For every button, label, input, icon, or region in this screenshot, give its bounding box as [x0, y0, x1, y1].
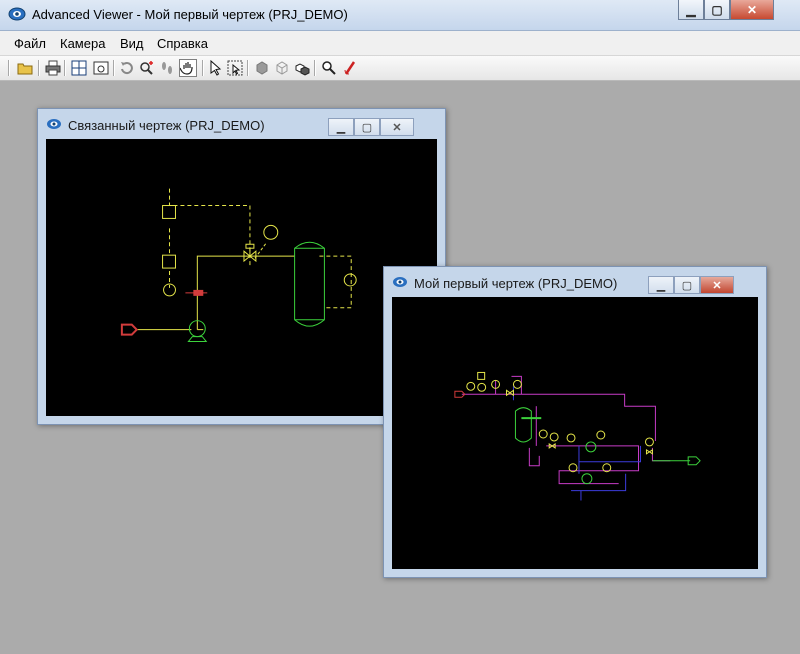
main-maximize-button[interactable]: ▢ [674, 276, 700, 294]
main-close-button[interactable]: ✕ [700, 276, 734, 294]
instrument-box [162, 254, 176, 269]
advanced-viewer-eye-icon [8, 7, 26, 21]
blue-line [571, 473, 627, 501]
magnifier-icon[interactable] [320, 59, 338, 77]
preview-icon[interactable] [92, 59, 110, 77]
zoom-add-icon[interactable] [138, 59, 156, 77]
advanced-viewer-eye-icon [393, 277, 407, 287]
menu-file[interactable]: Файл [14, 36, 46, 51]
pump [585, 441, 597, 453]
main-window-title-bar[interactable]: Мой первый чертеж (PRJ_DEMO) ▁ ▢ ✕ [384, 267, 766, 297]
cubes-icon[interactable] [293, 59, 311, 77]
select-window-icon[interactable] [226, 59, 244, 77]
main-window-title: Мой первый чертеж (PRJ_DEMO) [414, 276, 618, 291]
app-title: Advanced Viewer - Мой первый чертеж (PRJ… [32, 7, 348, 22]
instrument-box [477, 371, 486, 380]
maximize-button[interactable]: ▢ [704, 0, 730, 20]
select-arrow-icon[interactable] [207, 59, 225, 77]
linked-close-button[interactable]: ✕ [380, 118, 414, 136]
minimize-button[interactable]: ▁ [678, 0, 704, 20]
main-drawing-canvas[interactable] [392, 297, 758, 569]
cube-wire-icon[interactable] [273, 59, 291, 77]
measure-icon[interactable] [341, 59, 359, 77]
process-line [461, 393, 656, 441]
vessel [514, 407, 532, 443]
process-line [528, 447, 540, 467]
pan-hand-icon[interactable] [179, 59, 197, 77]
blue-line [578, 445, 642, 474]
process-line [196, 255, 295, 330]
linked-minimize-button[interactable]: ▁ [328, 118, 354, 136]
menu-view[interactable]: Вид [120, 36, 144, 51]
main-drawing-window[interactable]: Мой первый чертеж (PRJ_DEMO) ▁ ▢ ✕ [383, 266, 767, 578]
advanced-viewer-eye-icon [47, 119, 61, 129]
menu-bar: Файл Камера Вид Справка [0, 31, 800, 56]
instrument-circle [343, 273, 357, 287]
menu-camera[interactable]: Камера [60, 36, 105, 51]
pump [581, 473, 593, 485]
close-button[interactable]: ✕ [730, 0, 774, 20]
rotate-icon[interactable] [118, 59, 136, 77]
instrument-circle [466, 381, 476, 391]
toolbar [0, 56, 800, 81]
linked-window-title-bar[interactable]: Связанный чертеж (PRJ_DEMO) ▁ ▢ ✕ [38, 109, 445, 139]
main-minimize-button[interactable]: ▁ [648, 276, 674, 294]
cube-solid-icon[interactable] [253, 59, 271, 77]
linked-window-title: Связанный чертеж (PRJ_DEMO) [68, 118, 265, 133]
print-icon[interactable] [44, 59, 62, 77]
linked-drawing-canvas[interactable] [46, 139, 437, 416]
footsteps-icon[interactable] [158, 59, 176, 77]
app-title-bar[interactable]: Advanced Viewer - Мой первый чертеж (PRJ… [0, 0, 800, 31]
instrument-box [162, 205, 176, 219]
linked-maximize-button[interactable]: ▢ [354, 118, 380, 136]
open-folder-icon[interactable] [16, 59, 34, 77]
menu-help[interactable]: Справка [157, 36, 208, 51]
instrument-circle [263, 224, 279, 240]
inlet-arrow [120, 323, 139, 336]
layout-grid-icon[interactable] [70, 59, 88, 77]
vessel [294, 241, 325, 327]
